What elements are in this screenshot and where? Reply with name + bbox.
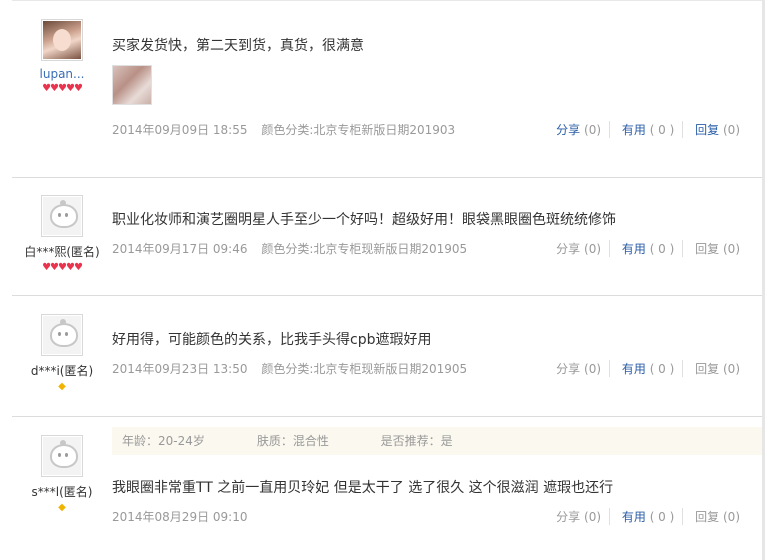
avatar[interactable] bbox=[41, 19, 83, 61]
level-hearts-icon: ♥♥♥♥♥ bbox=[42, 83, 83, 94]
level-diamond-icon: ◆ bbox=[58, 502, 66, 513]
reviewer-age: 年龄：20-24岁 bbox=[122, 434, 205, 448]
reply-button[interactable]: 回复 (0) bbox=[687, 360, 740, 377]
useful-button[interactable]: 有用 ( 0 ) bbox=[614, 121, 684, 138]
reviewer-info: d***i(匿名) ◆ bbox=[12, 314, 112, 393]
avatar[interactable] bbox=[41, 314, 83, 356]
review-actions: 分享 (0) 有用 ( 0 ) 回复 (0) bbox=[548, 240, 740, 257]
reviewer-info: 白***熙(匿名) ♥♥♥♥♥ bbox=[12, 195, 112, 274]
reviewer-name[interactable]: lupan... bbox=[12, 67, 112, 81]
review-text-content: 职业化妆师和演艺圈明星人手至少一个好吗！超级好用！眼袋黑眼圈色斑统统修饰 bbox=[112, 212, 616, 228]
share-button[interactable]: 分享 (0) bbox=[548, 508, 611, 525]
review-variant: 颜色分类:北京专柜现新版日期201905 bbox=[261, 362, 468, 376]
reviewer-name: s***l(匿名) bbox=[31, 485, 93, 499]
default-avatar-icon bbox=[43, 437, 81, 475]
useful-button[interactable]: 有用 ( 0 ) bbox=[614, 240, 684, 257]
share-button[interactable]: 分享 (0) bbox=[548, 121, 611, 138]
review-text-content: 我眼圈非常重TT 之前一直用贝玲妃 但是太干了 选了很久 这个很滋润 遮瑕也还行 bbox=[112, 480, 614, 496]
review-date: 2014年09月23日 13:50 bbox=[112, 362, 248, 376]
review-date: 2014年09月17日 09:46 bbox=[112, 242, 248, 256]
review-text: 职业化妆师和演艺圈明星人手至少一个好吗！超级好用！眼袋黑眼圈色斑统统修饰 bbox=[112, 209, 762, 229]
review-text-content: 好用得，可能颜色的关系，比我手头得cpb遮瑕好用 bbox=[112, 332, 432, 348]
avatar[interactable] bbox=[41, 195, 83, 237]
reply-button[interactable]: 回复 (0) bbox=[687, 121, 740, 138]
reviewer-skin: 肤质：混合性 bbox=[256, 434, 329, 448]
level-diamond-icon: ◆ bbox=[58, 381, 66, 392]
review-date: 2014年09月09日 18:55 bbox=[112, 123, 248, 137]
reviewer-profile-bar: 年龄：20-24岁 肤质：混合性 是否推荐：是 bbox=[112, 427, 762, 455]
review-item: s***l(匿名) ◆ 年龄：20-24岁 肤质：混合性 是否推荐：是 我眼圈非… bbox=[12, 417, 762, 560]
review-photo-thumbnail[interactable] bbox=[112, 65, 152, 105]
reviewer-recommend: 是否推荐：是 bbox=[380, 434, 453, 448]
reply-button[interactable]: 回复 (0) bbox=[687, 240, 740, 257]
review-actions: 分享 (0) 有用 ( 0 ) 回复 (0) bbox=[548, 360, 740, 377]
review-item: d***i(匿名) ◆ 好用得，可能颜色的关系，比我手头得cpb遮瑕好用 201… bbox=[12, 296, 762, 417]
review-text: 买家发货快，第二天到货，真货，很满意 bbox=[112, 35, 762, 55]
review-variant: 颜色分类:北京专柜新版日期201903 bbox=[261, 123, 456, 137]
useful-button[interactable]: 有用 ( 0 ) bbox=[614, 360, 684, 377]
reviewer-info: lupan... ♥♥♥♥♥ bbox=[12, 19, 112, 95]
review-variant: 颜色分类:北京专柜现新版日期201905 bbox=[261, 242, 468, 256]
reply-button[interactable]: 回复 (0) bbox=[687, 508, 740, 525]
useful-button[interactable]: 有用 ( 0 ) bbox=[614, 508, 684, 525]
share-button[interactable]: 分享 (0) bbox=[548, 240, 611, 257]
default-avatar-icon bbox=[43, 197, 81, 235]
review-item: lupan... ♥♥♥♥♥ 买家发货快，第二天到货，真货，很满意 2014年0… bbox=[12, 0, 762, 178]
review-item: 白***熙(匿名) ♥♥♥♥♥ 职业化妆师和演艺圈明星人手至少一个好吗！超级好用… bbox=[12, 177, 762, 296]
review-photos bbox=[112, 65, 762, 105]
reviewer-name: d***i(匿名) bbox=[30, 364, 94, 378]
share-button[interactable]: 分享 (0) bbox=[548, 360, 611, 377]
review-text: 我眼圈非常重TT 之前一直用贝玲妃 但是太干了 选了很久 这个很滋润 遮瑕也还行 bbox=[112, 477, 762, 497]
review-text-content: 买家发货快，第二天到货，真货，很满意 bbox=[112, 38, 364, 54]
reviewer-info: s***l(匿名) ◆ bbox=[12, 435, 112, 514]
level-hearts-icon: ♥♥♥♥♥ bbox=[42, 262, 83, 273]
review-text: 好用得，可能颜色的关系，比我手头得cpb遮瑕好用 bbox=[112, 329, 762, 349]
review-date: 2014年08月29日 09:10 bbox=[112, 510, 248, 524]
reviewer-name: 白***熙(匿名) bbox=[24, 245, 100, 259]
review-actions: 分享 (0) 有用 ( 0 ) 回复 (0) bbox=[548, 121, 740, 138]
default-avatar-icon bbox=[43, 316, 81, 354]
review-actions: 分享 (0) 有用 ( 0 ) 回复 (0) bbox=[548, 508, 740, 525]
avatar[interactable] bbox=[41, 435, 83, 477]
